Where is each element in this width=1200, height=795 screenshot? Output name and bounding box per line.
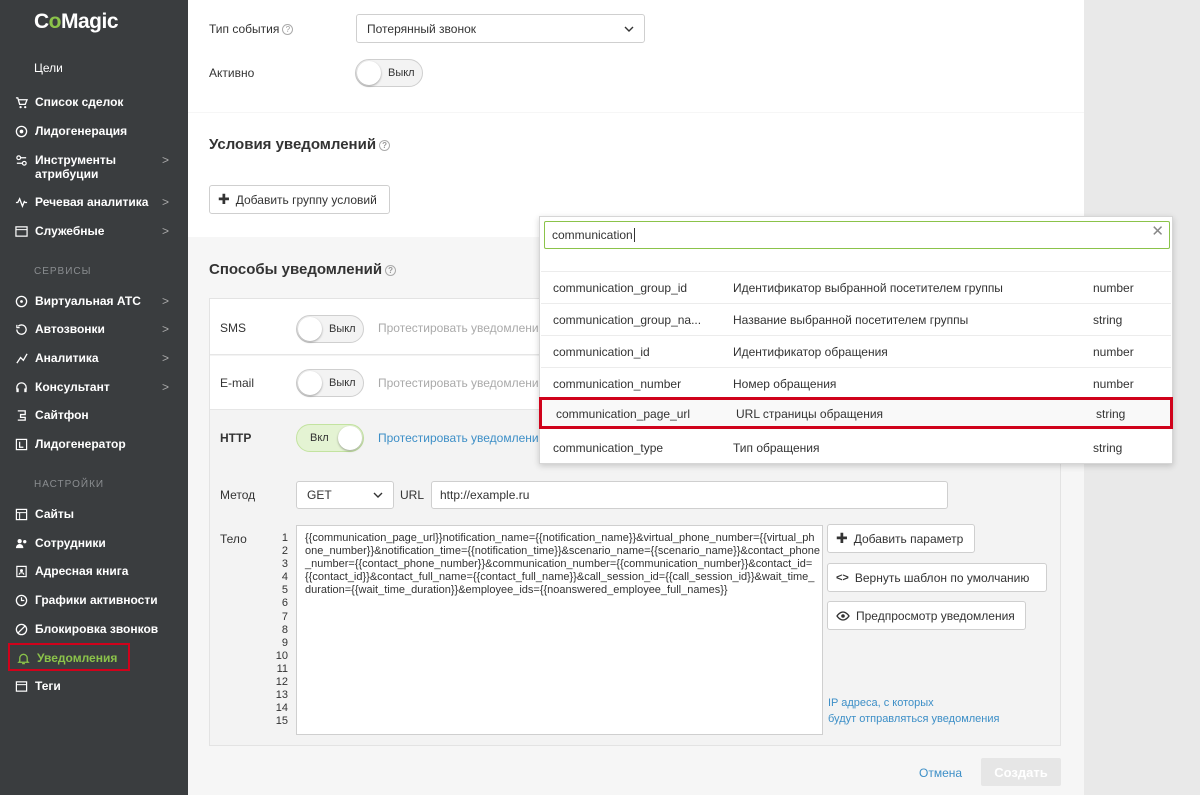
sidebar-item-tags[interactable]: Теги	[14, 679, 174, 693]
add-parameter-button[interactable]: ✚ Добавить параметр	[827, 524, 975, 553]
grid-icon	[14, 507, 28, 521]
cancel-button[interactable]: Отмена	[919, 766, 962, 780]
variable-row[interactable]: communication_id Идентификатор обращения n…	[541, 335, 1171, 367]
sidebar-item-sites[interactable]: Сайты	[14, 507, 174, 521]
phone-cycle-icon	[14, 322, 28, 336]
sms-test-link[interactable]: Протестировать уведомления	[378, 321, 538, 335]
variable-row[interactable]: communication_type Тип обращения string	[541, 432, 1171, 464]
create-button[interactable]: Создать	[981, 758, 1061, 786]
toggle-knob	[298, 371, 322, 395]
sidebar-item-leadgen[interactable]: Лидогенерация	[14, 124, 174, 138]
active-toggle[interactable]: Выкл	[355, 59, 423, 87]
lead-icon	[14, 437, 28, 451]
bell-icon	[16, 651, 30, 665]
sidebar-item-deals[interactable]: Список сделок	[14, 95, 174, 109]
sms-label: SMS	[220, 321, 247, 335]
sidebar-item-employees[interactable]: Сотрудники	[14, 536, 174, 550]
sidebar-item-autocalls[interactable]: Автозвонки >	[14, 322, 174, 336]
code-icon: <>	[836, 571, 849, 584]
sidebar-goals[interactable]: Цели	[34, 61, 63, 75]
event-type-label: Тип события?	[209, 22, 294, 36]
logo[interactable]: CoMagic	[34, 10, 119, 34]
text-caret	[633, 228, 635, 242]
sidebar-item-speech-analytics[interactable]: Речевая аналитика >	[14, 195, 174, 209]
url-input[interactable]: http://example.ru	[431, 481, 948, 509]
http-label: HTTP	[220, 431, 252, 445]
http-test-link[interactable]: Протестировать уведомления	[378, 431, 538, 445]
analytics-icon	[14, 351, 28, 365]
sitephone-icon	[14, 408, 28, 422]
toggle-knob	[357, 61, 381, 85]
body-label: Тело	[220, 532, 247, 546]
target-icon	[14, 124, 28, 138]
attribution-icon	[14, 153, 28, 167]
chevron-down-icon	[373, 488, 383, 502]
sidebar-section-services: СЕРВИСЫ	[34, 266, 92, 277]
method-label: Метод	[220, 488, 256, 502]
tag-icon	[14, 679, 28, 693]
variable-row-highlighted[interactable]: communication_page_url URL страницы обращ…	[539, 397, 1173, 429]
line-numbers: 1 2 3 4 5 6 7 8 9 10 11 12 13 14 15	[275, 532, 288, 728]
email-label: E-mail	[220, 376, 255, 390]
sidebar-item-leadgenerator[interactable]: Лидогенератор	[14, 437, 174, 451]
sidebar-item-analytics[interactable]: Аналитика >	[14, 351, 174, 365]
reset-template-button[interactable]: <> Вернуть шаблон по умолчанию	[827, 563, 1047, 592]
add-condition-group-button[interactable]: ✚ Добавить группу условий	[209, 185, 390, 214]
sidebar-item-attribution[interactable]: Инструменты атрибуции >	[14, 153, 174, 181]
variable-row[interactable]: communication_number Номер обращения numbe…	[541, 367, 1171, 399]
preview-button[interactable]: Предпросмотр уведомления	[827, 601, 1026, 630]
sidebar-item-addressbook[interactable]: Адресная книга	[14, 564, 174, 578]
waveform-icon	[14, 195, 28, 209]
url-label: URL	[400, 488, 425, 502]
users-icon	[14, 536, 28, 550]
sidebar-section-settings: НАСТРОЙКИ	[34, 479, 105, 490]
close-icon[interactable]: ✕	[1151, 222, 1164, 240]
methods-title: Способы уведомлений?	[209, 261, 397, 278]
eye-icon	[836, 610, 850, 621]
email-test-link[interactable]: Протестировать уведомления	[378, 376, 538, 390]
variable-row[interactable]: communication_group_na... Название выбран…	[541, 303, 1171, 335]
cart-icon	[14, 95, 28, 109]
help-icon[interactable]: ?	[385, 264, 397, 276]
sidebar: CoMagic Цели Список сделок Лидогенерация…	[0, 0, 188, 795]
block-icon	[14, 622, 28, 636]
sms-toggle[interactable]: Выкл	[296, 315, 364, 343]
help-icon[interactable]: ?	[282, 24, 294, 36]
method-select[interactable]: GET	[296, 481, 394, 509]
pbx-icon	[14, 294, 28, 308]
email-toggle[interactable]: Выкл	[296, 369, 364, 397]
code-window-icon	[14, 224, 28, 238]
sidebar-item-schedules[interactable]: Графики активности	[14, 593, 174, 607]
http-toggle[interactable]: Вкл	[296, 424, 364, 452]
plus-icon: ✚	[218, 191, 230, 207]
ip-addresses-link[interactable]: IP адреса, с которых будут отправляться у…	[828, 695, 999, 727]
help-icon[interactable]: ?	[379, 139, 391, 151]
sidebar-item-call-blocking[interactable]: Блокировка звонков	[14, 622, 174, 636]
toggle-knob	[298, 317, 322, 341]
variable-row[interactable]: communication_group_id Идентификатор выбр…	[541, 271, 1171, 303]
sidebar-item-notifications[interactable]: Уведомления	[8, 643, 130, 671]
chevron-down-icon	[624, 22, 634, 36]
sidebar-item-consultant[interactable]: Консультант >	[14, 380, 174, 394]
plus-icon: ✚	[836, 530, 848, 546]
toggle-knob	[338, 426, 362, 450]
sidebar-item-sitephone[interactable]: Сайтфон	[14, 408, 174, 422]
event-type-select[interactable]: Потерянный звонок	[356, 14, 645, 43]
sidebar-item-vats[interactable]: Виртуальная АТС >	[14, 294, 174, 308]
clock-icon	[14, 593, 28, 607]
headset-icon	[14, 380, 28, 394]
variable-search-input[interactable]: communication	[544, 221, 1170, 249]
variable-dropdown: communication ✕ communication_group_id Ид…	[539, 216, 1173, 464]
sidebar-item-service[interactable]: Служебные >	[14, 224, 174, 238]
conditions-title: Условия уведомлений?	[209, 136, 391, 153]
body-code[interactable]: {{communication_page_url}}notification_n…	[305, 532, 820, 597]
active-label: Активно	[209, 66, 255, 80]
address-book-icon	[14, 564, 28, 578]
